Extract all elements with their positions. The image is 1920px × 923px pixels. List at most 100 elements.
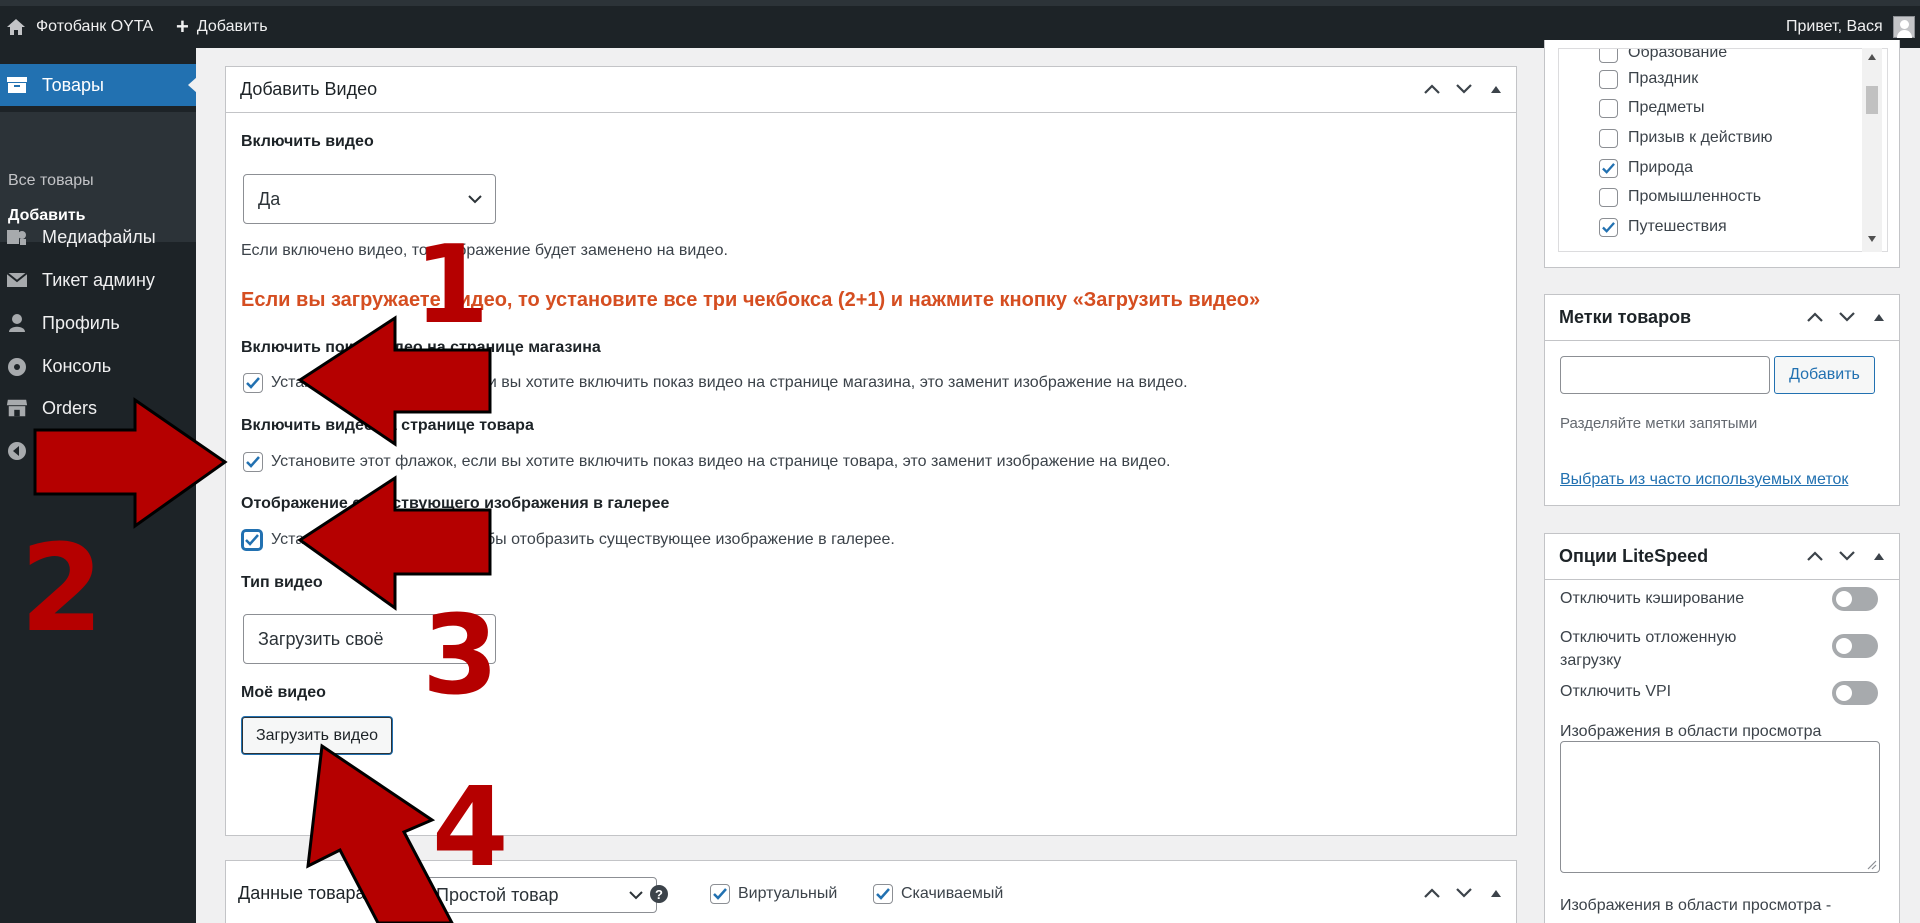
toggle-panel-icon[interactable] (1869, 546, 1889, 566)
category-item[interactable]: Образование (1599, 48, 1728, 65)
move-down-icon[interactable] (1837, 307, 1857, 327)
checkmark-icon (1602, 162, 1615, 174)
litespeed-metabox: Опции LiteSpeed Отключить кэширование От… (1544, 533, 1900, 923)
tags-metabox: Метки товаров Добавить Разделяйте метки … (1544, 294, 1900, 506)
gallery-checkbox[interactable] (242, 530, 262, 550)
category-checkbox[interactable] (1599, 69, 1618, 89)
category-item[interactable]: Природа (1599, 156, 1693, 180)
shop-video-checkbox[interactable] (243, 373, 263, 393)
category-item[interactable]: Призыв к действию (1599, 126, 1773, 150)
category-label: Промышленность (1628, 188, 1762, 205)
disable-cache-toggle[interactable] (1832, 587, 1878, 611)
sidebar-item-label: Товары (42, 74, 104, 95)
disable-vpi-toggle[interactable] (1832, 681, 1878, 705)
site-name-link[interactable]: Фотобанк OYTA (6, 6, 153, 48)
add-tag-button[interactable]: Добавить (1774, 356, 1875, 394)
media-icon (6, 227, 28, 247)
add-new-label: Добавить (196, 18, 268, 35)
virtual-label: Виртуальный (738, 885, 838, 902)
category-label: Путешествия (1628, 218, 1727, 235)
checkmark-icon (245, 534, 259, 546)
move-up-icon[interactable] (1805, 546, 1825, 566)
metabox-controls (1422, 79, 1506, 99)
category-label: Образование (1628, 48, 1728, 61)
chevron-down-icon (468, 195, 482, 204)
product-data-metabox: Данные товара — Простой товар ? Виртуаль… (225, 860, 1517, 923)
sidebar-item-ticket[interactable]: Тикет админу (0, 259, 196, 301)
product-data-title: Данные товара — (238, 883, 389, 903)
annotation-number-4: 4 (432, 763, 509, 891)
disable-cache-label: Отключить кэширование (1560, 590, 1745, 607)
toggle-panel-icon[interactable] (1486, 883, 1506, 903)
checkmark-icon (246, 377, 260, 389)
virtual-checkbox[interactable] (710, 884, 730, 904)
metabox-controls (1805, 546, 1889, 566)
sidebar-item-console[interactable]: Консоль (0, 345, 196, 387)
metabox-header: Опции LiteSpeed (1545, 534, 1899, 580)
product-video-checkbox[interactable] (243, 452, 263, 472)
move-down-icon[interactable] (1454, 883, 1474, 903)
greeting: Привет, Вася (1786, 18, 1883, 35)
category-item[interactable]: Промышленность (1599, 185, 1761, 209)
metabox-header: Добавить Видео (226, 67, 1516, 113)
move-up-icon[interactable] (1422, 883, 1442, 903)
downloadable-label: Скачиваемый (901, 885, 1004, 902)
category-label: Праздник (1628, 70, 1699, 87)
category-checkbox[interactable] (1599, 187, 1618, 207)
move-up-icon[interactable] (1422, 79, 1442, 99)
sidebar-item-media[interactable]: Медиафайлы (0, 216, 196, 258)
category-item[interactable]: Праздник (1599, 67, 1698, 91)
plus-icon: + (176, 14, 189, 39)
category-item[interactable]: Предметы (1599, 96, 1704, 120)
checkmark-icon (876, 888, 890, 900)
downloadable-checkbox[interactable] (873, 884, 893, 904)
sidebar-item-products[interactable]: Товары (0, 64, 197, 106)
move-up-icon[interactable] (1805, 307, 1825, 327)
category-checkbox[interactable] (1599, 158, 1618, 178)
category-checkbox[interactable] (1599, 49, 1618, 63)
popular-tags-link[interactable]: Выбрать из часто используемых меток (1560, 471, 1848, 489)
sidebar-item-orders[interactable]: Orders (0, 387, 196, 429)
viewport-images-textarea[interactable] (1560, 741, 1880, 873)
move-down-icon[interactable] (1837, 546, 1857, 566)
store-icon (6, 398, 28, 418)
disable-vpi-label: Отключить VPI (1560, 683, 1672, 700)
scroll-up-icon[interactable] (1868, 54, 1876, 60)
category-checkbox[interactable] (1599, 217, 1618, 237)
category-checkbox[interactable] (1599, 98, 1618, 118)
chevron-down-icon (629, 891, 643, 900)
new-tag-input[interactable] (1560, 356, 1770, 394)
disable-lazy-label: Отключить отложенную загрузку (1560, 629, 1737, 669)
scroll-down-icon[interactable] (1868, 236, 1876, 242)
category-label: Природа (1628, 159, 1694, 176)
checkmark-icon (713, 888, 727, 900)
help-icon[interactable]: ? (650, 885, 668, 903)
category-checkbox[interactable] (1599, 128, 1618, 148)
annotation-number-2: 2 (20, 520, 104, 659)
video-metabox: Добавить Видео Включить видео Да Если вк… (225, 66, 1517, 836)
category-scrollbar[interactable] (1862, 48, 1882, 252)
gallery-label: Отображение существующего изображения в … (241, 495, 670, 512)
category-item[interactable]: Путешествия (1599, 215, 1727, 239)
gallery-text: Установите этот флажок, чтобы отобразить… (271, 531, 895, 548)
toggle-panel-icon[interactable] (1486, 79, 1506, 99)
enable-video-label: Включить видео (241, 133, 374, 150)
resize-handle-icon[interactable] (1867, 860, 1877, 870)
disable-lazy-toggle[interactable] (1832, 634, 1878, 658)
sidebar-item-profile[interactable]: Профиль (0, 302, 196, 344)
admin-sidebar: Товары Все товары Добавить Медиафайлы Ти… (0, 48, 197, 923)
sidebar-sub-all-products[interactable]: Все товары (8, 172, 94, 190)
move-down-icon[interactable] (1454, 79, 1474, 99)
collapse-menu-button[interactable]: Свернуть меню (0, 430, 196, 472)
add-new-link[interactable]: + Добавить (176, 6, 268, 48)
upload-video-button[interactable]: Загрузить видео (242, 717, 392, 754)
sidebar-item-label: Профиль (42, 312, 120, 333)
email-icon (6, 270, 28, 290)
scrollbar-thumb[interactable] (1866, 86, 1878, 114)
metabox-title: Опции LiteSpeed (1559, 546, 1709, 566)
checkmark-icon (246, 456, 260, 468)
toggle-panel-icon[interactable] (1869, 307, 1889, 327)
video-type-label: Тип видео (241, 574, 323, 591)
browser-top-strip (0, 0, 1920, 6)
enable-video-select[interactable]: Да (243, 174, 496, 224)
